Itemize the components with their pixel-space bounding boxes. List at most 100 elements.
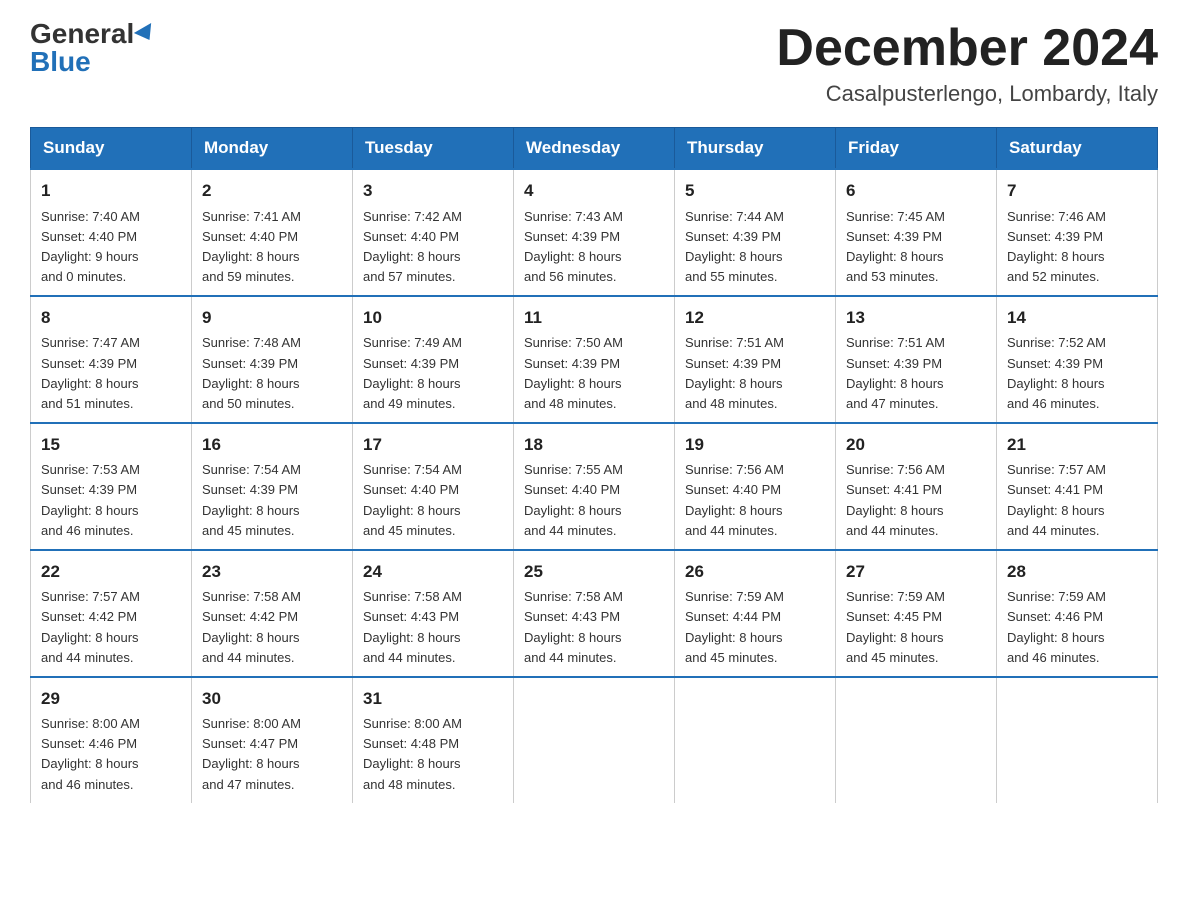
- week-row-2: 8Sunrise: 7:47 AMSunset: 4:39 PMDaylight…: [31, 296, 1158, 423]
- day-number: 18: [524, 432, 664, 458]
- day-info: Sunrise: 7:43 AMSunset: 4:39 PMDaylight:…: [524, 207, 664, 288]
- calendar-cell: 13Sunrise: 7:51 AMSunset: 4:39 PMDayligh…: [836, 296, 997, 423]
- calendar-cell: 11Sunrise: 7:50 AMSunset: 4:39 PMDayligh…: [514, 296, 675, 423]
- calendar-cell: 24Sunrise: 7:58 AMSunset: 4:43 PMDayligh…: [353, 550, 514, 677]
- day-info: Sunrise: 7:47 AMSunset: 4:39 PMDaylight:…: [41, 333, 181, 414]
- days-header-row: SundayMondayTuesdayWednesdayThursdayFrid…: [31, 128, 1158, 170]
- calendar-cell: 4 Sunrise: 7:43 AMSunset: 4:39 PMDaylight…: [514, 169, 675, 296]
- day-info: Sunrise: 7:59 AMSunset: 4:45 PMDaylight:…: [846, 587, 986, 668]
- calendar-cell: [997, 677, 1158, 803]
- header-tuesday: Tuesday: [353, 128, 514, 170]
- day-info: Sunrise: 7:58 AMSunset: 4:43 PMDaylight:…: [363, 587, 503, 668]
- calendar-cell: 14Sunrise: 7:52 AMSunset: 4:39 PMDayligh…: [997, 296, 1158, 423]
- day-info: Sunrise: 7:58 AMSunset: 4:42 PMDaylight:…: [202, 587, 342, 668]
- day-info: Sunrise: 7:56 AMSunset: 4:41 PMDaylight:…: [846, 460, 986, 541]
- day-info: Sunrise: 7:48 AMSunset: 4:39 PMDaylight:…: [202, 333, 342, 414]
- calendar-cell: [675, 677, 836, 803]
- day-info: Sunrise: 7:56 AMSunset: 4:40 PMDaylight:…: [685, 460, 825, 541]
- calendar-cell: 29Sunrise: 8:00 AMSunset: 4:46 PMDayligh…: [31, 677, 192, 803]
- day-number: 21: [1007, 432, 1147, 458]
- logo-triangle-icon: [134, 23, 158, 45]
- day-info: Sunrise: 7:40 AMSunset: 4:40 PMDaylight:…: [41, 207, 181, 288]
- calendar-cell: 10Sunrise: 7:49 AMSunset: 4:39 PMDayligh…: [353, 296, 514, 423]
- day-info: Sunrise: 7:42 AMSunset: 4:40 PMDaylight:…: [363, 207, 503, 288]
- day-info: Sunrise: 7:59 AMSunset: 4:44 PMDaylight:…: [685, 587, 825, 668]
- day-number: 14: [1007, 305, 1147, 331]
- day-number: 13: [846, 305, 986, 331]
- day-number: 29: [41, 686, 181, 712]
- calendar-table: SundayMondayTuesdayWednesdayThursdayFrid…: [30, 127, 1158, 803]
- day-number: 15: [41, 432, 181, 458]
- calendar-cell: 2 Sunrise: 7:41 AMSunset: 4:40 PMDaylight…: [192, 169, 353, 296]
- title-area: December 2024 Casalpusterlengo, Lombardy…: [776, 20, 1158, 107]
- month-title: December 2024: [776, 20, 1158, 77]
- day-number: 8: [41, 305, 181, 331]
- day-number: 4: [524, 178, 664, 204]
- day-info: Sunrise: 7:44 AMSunset: 4:39 PMDaylight:…: [685, 207, 825, 288]
- week-row-3: 15Sunrise: 7:53 AMSunset: 4:39 PMDayligh…: [31, 423, 1158, 550]
- location-text: Casalpusterlengo, Lombardy, Italy: [776, 81, 1158, 107]
- day-number: 10: [363, 305, 503, 331]
- day-number: 7: [1007, 178, 1147, 204]
- day-number: 5: [685, 178, 825, 204]
- logo-blue-text: Blue: [30, 48, 91, 76]
- day-number: 2: [202, 178, 342, 204]
- day-info: Sunrise: 8:00 AMSunset: 4:46 PMDaylight:…: [41, 714, 181, 795]
- day-info: Sunrise: 7:58 AMSunset: 4:43 PMDaylight:…: [524, 587, 664, 668]
- header-sunday: Sunday: [31, 128, 192, 170]
- day-info: Sunrise: 7:41 AMSunset: 4:40 PMDaylight:…: [202, 207, 342, 288]
- calendar-cell: 31Sunrise: 8:00 AMSunset: 4:48 PMDayligh…: [353, 677, 514, 803]
- day-info: Sunrise: 7:57 AMSunset: 4:42 PMDaylight:…: [41, 587, 181, 668]
- day-info: Sunrise: 7:51 AMSunset: 4:39 PMDaylight:…: [846, 333, 986, 414]
- day-info: Sunrise: 7:52 AMSunset: 4:39 PMDaylight:…: [1007, 333, 1147, 414]
- calendar-cell: 28Sunrise: 7:59 AMSunset: 4:46 PMDayligh…: [997, 550, 1158, 677]
- week-row-4: 22Sunrise: 7:57 AMSunset: 4:42 PMDayligh…: [31, 550, 1158, 677]
- calendar-cell: [836, 677, 997, 803]
- day-info: Sunrise: 7:55 AMSunset: 4:40 PMDaylight:…: [524, 460, 664, 541]
- day-number: 6: [846, 178, 986, 204]
- day-number: 31: [363, 686, 503, 712]
- day-number: 16: [202, 432, 342, 458]
- calendar-cell: 12Sunrise: 7:51 AMSunset: 4:39 PMDayligh…: [675, 296, 836, 423]
- calendar-cell: 17Sunrise: 7:54 AMSunset: 4:40 PMDayligh…: [353, 423, 514, 550]
- header-thursday: Thursday: [675, 128, 836, 170]
- calendar-cell: 1 Sunrise: 7:40 AMSunset: 4:40 PMDaylight…: [31, 169, 192, 296]
- day-info: Sunrise: 7:45 AMSunset: 4:39 PMDaylight:…: [846, 207, 986, 288]
- header-monday: Monday: [192, 128, 353, 170]
- calendar-cell: 22Sunrise: 7:57 AMSunset: 4:42 PMDayligh…: [31, 550, 192, 677]
- day-number: 17: [363, 432, 503, 458]
- day-number: 19: [685, 432, 825, 458]
- calendar-cell: 3 Sunrise: 7:42 AMSunset: 4:40 PMDaylight…: [353, 169, 514, 296]
- day-info: Sunrise: 7:46 AMSunset: 4:39 PMDaylight:…: [1007, 207, 1147, 288]
- day-info: Sunrise: 7:54 AMSunset: 4:39 PMDaylight:…: [202, 460, 342, 541]
- day-info: Sunrise: 7:53 AMSunset: 4:39 PMDaylight:…: [41, 460, 181, 541]
- day-number: 11: [524, 305, 664, 331]
- calendar-cell: 20Sunrise: 7:56 AMSunset: 4:41 PMDayligh…: [836, 423, 997, 550]
- day-number: 1: [41, 178, 181, 204]
- day-info: Sunrise: 7:59 AMSunset: 4:46 PMDaylight:…: [1007, 587, 1147, 668]
- calendar-cell: 21Sunrise: 7:57 AMSunset: 4:41 PMDayligh…: [997, 423, 1158, 550]
- calendar-cell: 5 Sunrise: 7:44 AMSunset: 4:39 PMDaylight…: [675, 169, 836, 296]
- header-saturday: Saturday: [997, 128, 1158, 170]
- day-info: Sunrise: 7:57 AMSunset: 4:41 PMDaylight:…: [1007, 460, 1147, 541]
- logo-general-text: General: [30, 20, 134, 48]
- calendar-cell: 6 Sunrise: 7:45 AMSunset: 4:39 PMDaylight…: [836, 169, 997, 296]
- day-number: 25: [524, 559, 664, 585]
- calendar-cell: 7 Sunrise: 7:46 AMSunset: 4:39 PMDaylight…: [997, 169, 1158, 296]
- day-number: 22: [41, 559, 181, 585]
- day-info: Sunrise: 8:00 AMSunset: 4:47 PMDaylight:…: [202, 714, 342, 795]
- day-number: 9: [202, 305, 342, 331]
- week-row-1: 1 Sunrise: 7:40 AMSunset: 4:40 PMDaylight…: [31, 169, 1158, 296]
- day-number: 20: [846, 432, 986, 458]
- day-number: 12: [685, 305, 825, 331]
- day-number: 23: [202, 559, 342, 585]
- calendar-cell: 25Sunrise: 7:58 AMSunset: 4:43 PMDayligh…: [514, 550, 675, 677]
- logo: General Blue: [30, 20, 156, 76]
- day-info: Sunrise: 7:49 AMSunset: 4:39 PMDaylight:…: [363, 333, 503, 414]
- calendar-cell: 16Sunrise: 7:54 AMSunset: 4:39 PMDayligh…: [192, 423, 353, 550]
- calendar-cell: 30Sunrise: 8:00 AMSunset: 4:47 PMDayligh…: [192, 677, 353, 803]
- day-number: 3: [363, 178, 503, 204]
- day-number: 27: [846, 559, 986, 585]
- calendar-cell: 23Sunrise: 7:58 AMSunset: 4:42 PMDayligh…: [192, 550, 353, 677]
- calendar-cell: 9Sunrise: 7:48 AMSunset: 4:39 PMDaylight…: [192, 296, 353, 423]
